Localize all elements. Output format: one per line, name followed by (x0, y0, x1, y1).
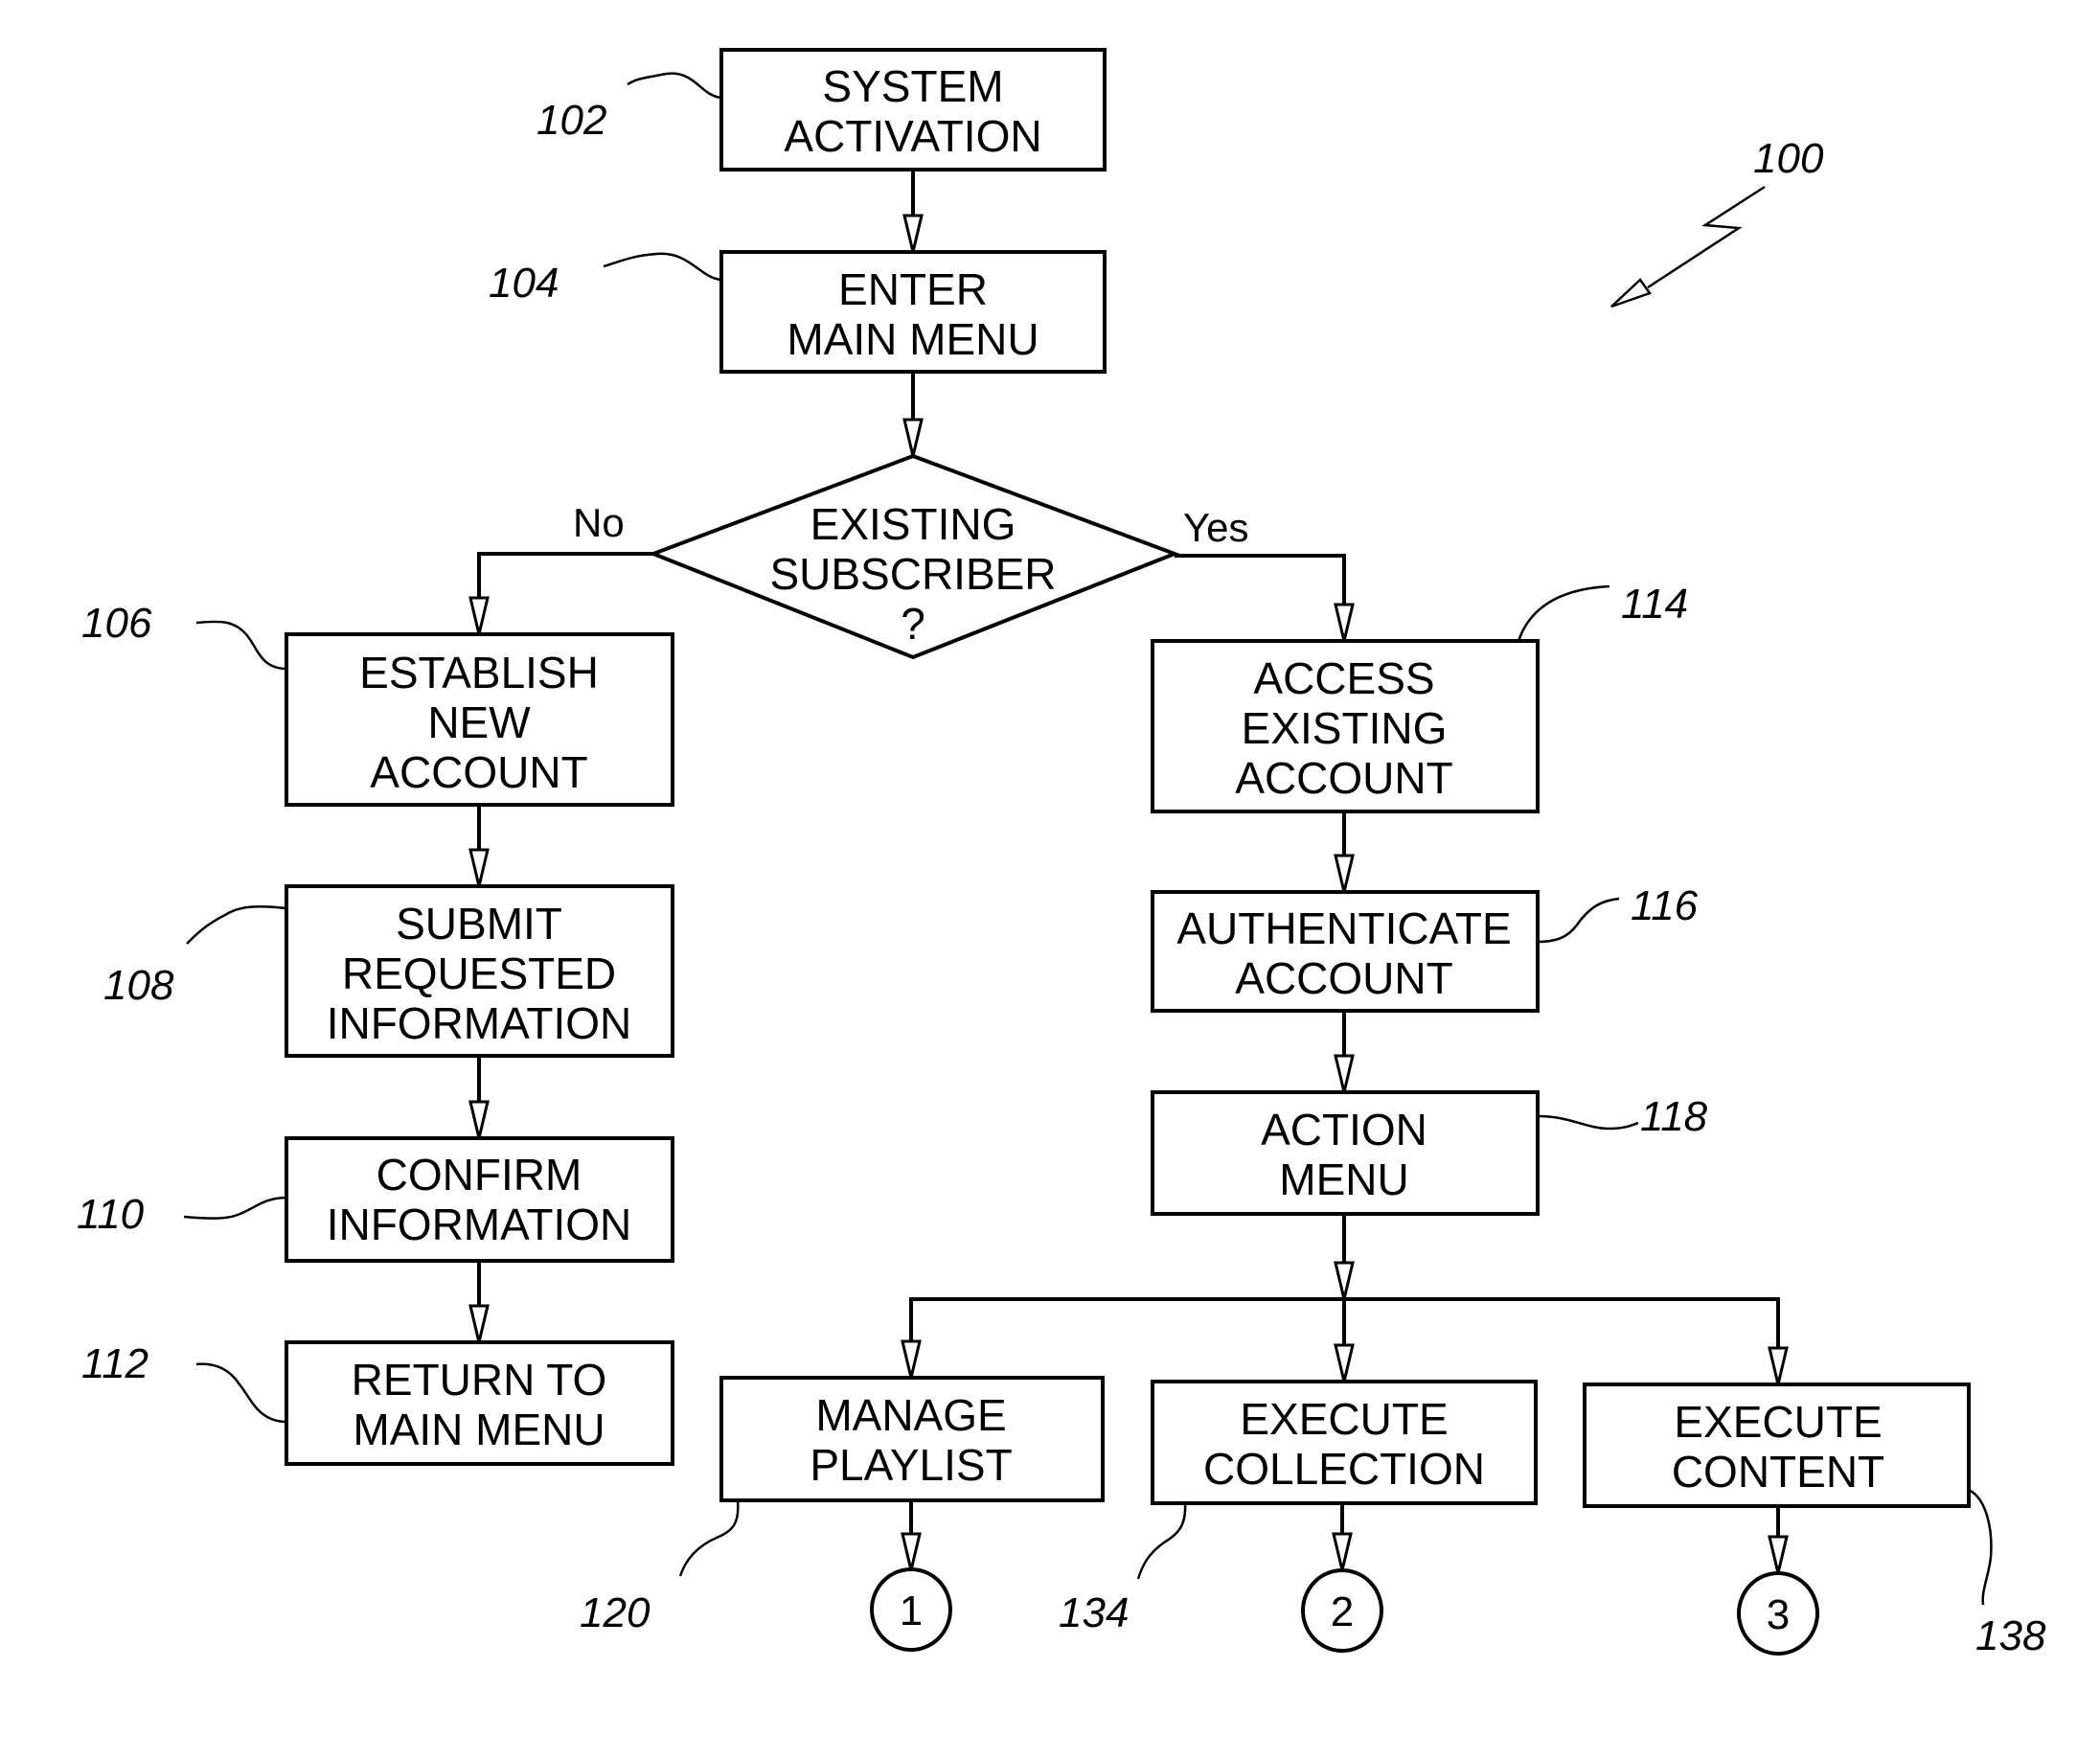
node-confirm-information: CONFIRM INFORMATION 110 (77, 1136, 674, 1263)
node-120-ref: 120 (580, 1589, 651, 1636)
node-106-ref: 106 (81, 600, 152, 647)
node-114-line-3: ACCOUNT (1235, 753, 1452, 803)
node-110-line-1: CONFIRM (377, 1150, 582, 1200)
arrowhead-connector-1 (901, 1532, 922, 1572)
connector-2-label: 2 (1331, 1588, 1354, 1635)
arrowhead-114 (1334, 603, 1355, 643)
node-116-ref: 116 (1631, 882, 1699, 929)
node-112-leader (195, 1362, 287, 1424)
node-102-line-2: ACTIVATION (784, 111, 1041, 161)
arrowhead-110 (468, 1100, 490, 1140)
flowchart-figure: 100 SYSTEM ACTIVATION 102 ENTER MAIN MEN… (77, 48, 2046, 1659)
node-110-ref: 110 (77, 1191, 145, 1238)
node-138-line-1: EXECUTE (1674, 1397, 1882, 1447)
node-120-line-2: PLAYLIST (810, 1440, 1012, 1490)
node-120-leader (678, 1499, 740, 1577)
node-108-line-3: INFORMATION (327, 998, 632, 1048)
node-106-line-2: NEW (427, 697, 531, 747)
node-108-line-2: REQUESTED (342, 948, 616, 998)
figure-reference-arrow (1647, 185, 1766, 289)
node-110-leader (183, 1196, 287, 1220)
node-112-ref: 112 (81, 1340, 148, 1387)
node-112-line-2: MAIN MENU (353, 1405, 605, 1454)
edge-decision-no (477, 552, 653, 634)
connector-1: 1 (870, 1567, 952, 1652)
node-102-leader (627, 72, 722, 100)
arrowhead-106 (468, 596, 490, 636)
arrowhead-connector-2 (1332, 1532, 1353, 1572)
node-116-line-1: AUTHENTICATE (1176, 903, 1511, 953)
connector-3-label: 3 (1767, 1591, 1790, 1638)
node-118-line-2: MENU (1279, 1154, 1408, 1204)
arrowhead-decision (902, 418, 924, 458)
arrowhead-108 (468, 848, 490, 888)
node-enter-main-menu: ENTER MAIN MENU 104 (489, 250, 1107, 374)
decision-line-3: ? (901, 599, 925, 649)
node-116-line-2: ACCOUNT (1235, 953, 1452, 1003)
node-action-menu: ACTION MENU 118 (1151, 1090, 1708, 1216)
node-104-line-2: MAIN MENU (787, 314, 1039, 364)
node-104-leader (603, 252, 722, 282)
node-execute-collection: EXECUTE COLLECTION 134 (1059, 1380, 1538, 1636)
node-134-line-1: EXECUTE (1240, 1394, 1448, 1444)
figure-reference-label: 100 (1753, 135, 1824, 182)
node-134-ref: 134 (1059, 1589, 1129, 1636)
node-114-ref: 114 (1621, 581, 1688, 628)
arrowhead-116 (1334, 854, 1355, 894)
node-104-ref: 104 (489, 260, 559, 307)
connector-3: 3 (1737, 1571, 1819, 1656)
figure-reference-100: 100 (1610, 135, 1824, 309)
arrowhead-120 (901, 1339, 922, 1380)
node-106-line-1: ESTABLISH (359, 648, 599, 697)
node-104-line-1: ENTER (838, 264, 988, 314)
node-118-ref: 118 (1640, 1093, 1708, 1140)
node-106-line-3: ACCOUNT (370, 747, 587, 797)
node-120-line-1: MANAGE (815, 1390, 1006, 1440)
node-108-line-1: SUBMIT (396, 899, 562, 948)
node-138-line-2: CONTENT (1672, 1447, 1884, 1497)
node-system-activation: SYSTEM ACTIVATION 102 (536, 48, 1107, 171)
connector-2: 2 (1301, 1568, 1383, 1653)
decision-yes-label: Yes (1183, 505, 1249, 550)
node-134-line-2: COLLECTION (1203, 1444, 1485, 1494)
node-108-leader (186, 905, 287, 945)
connector-1-label: 1 (900, 1588, 923, 1634)
node-138-ref: 138 (1975, 1612, 2046, 1659)
node-106-leader (195, 620, 287, 671)
node-134-leader (1136, 1502, 1187, 1580)
arrowhead-138 (1768, 1346, 1789, 1386)
decision-line-1: EXISTING (810, 499, 1016, 549)
node-return-to-main-menu: RETURN TO MAIN MENU 112 (81, 1340, 674, 1466)
arrowhead-134 (1334, 1343, 1355, 1383)
decision-no-label: No (573, 500, 625, 545)
node-114-leader (1517, 584, 1610, 642)
node-authenticate-account: AUTHENTICATE ACCOUNT 116 (1151, 882, 1699, 1013)
node-138-leader (1968, 1488, 1993, 1606)
node-establish-new-account: ESTABLISH NEW ACCOUNT 106 (81, 600, 674, 807)
node-access-existing-account: ACCESS EXISTING ACCOUNT 114 (1151, 581, 1688, 813)
decision-line-2: SUBSCRIBER (769, 549, 1056, 599)
node-108-ref: 108 (103, 962, 174, 1009)
arrowhead-connector-3 (1768, 1535, 1789, 1575)
node-118-line-1: ACTION (1261, 1105, 1427, 1154)
node-110-line-2: INFORMATION (327, 1200, 632, 1249)
node-118-leader (1537, 1114, 1639, 1131)
figure-reference-arrowhead (1610, 278, 1652, 309)
arrowhead-112 (468, 1304, 490, 1344)
node-112-line-1: RETURN TO (352, 1355, 607, 1405)
arrowhead-118 (1334, 1054, 1355, 1094)
decision-existing-subscriber: EXISTING SUBSCRIBER ? No Yes (573, 453, 1249, 660)
node-114-line-1: ACCESS (1253, 653, 1434, 703)
node-102-ref: 102 (536, 97, 606, 144)
node-114-line-2: EXISTING (1242, 703, 1448, 753)
node-submit-requested-information: SUBMIT REQUESTED INFORMATION 108 (103, 884, 674, 1058)
arrowhead-104 (902, 214, 924, 254)
node-102-line-1: SYSTEM (822, 61, 1003, 111)
node-116-leader (1537, 897, 1620, 944)
edge-decision-yes (1175, 554, 1346, 641)
arrowhead-branch (1334, 1261, 1355, 1301)
